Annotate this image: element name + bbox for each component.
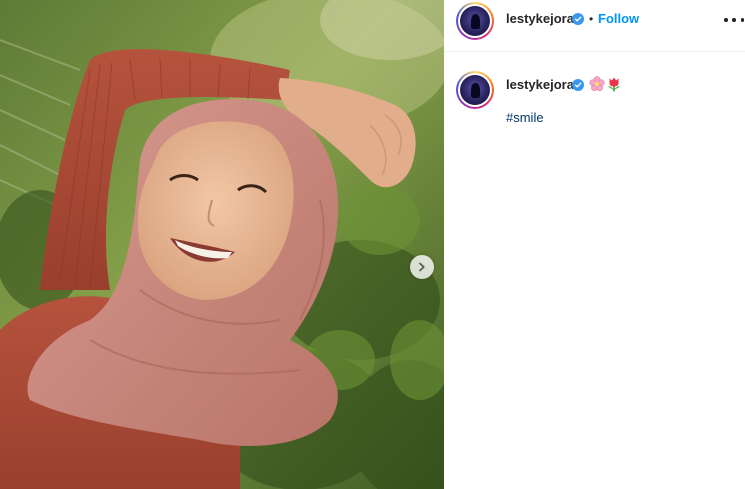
follow-button[interactable]: Follow (598, 11, 639, 26)
separator-dot: • (589, 12, 594, 26)
hashtag-link[interactable]: #smile (506, 110, 544, 125)
verified-badge-icon (572, 79, 584, 91)
cherry-blossom-emoji (589, 76, 605, 91)
more-options-icon[interactable] (724, 12, 744, 28)
tulip-emoji (608, 77, 620, 92)
verified-badge-icon (572, 13, 584, 25)
caption-avatar[interactable] (456, 71, 494, 109)
header-username[interactable]: lestykejora (506, 11, 574, 26)
post-photo (0, 0, 444, 489)
chevron-right-icon (419, 262, 425, 272)
caption-username[interactable]: lestykejora (506, 77, 574, 92)
next-photo-button[interactable] (410, 255, 434, 279)
post-header: lestykejora • Follow (444, 0, 745, 52)
post-side-panel: lestykejora • Follow lestykejora #smile (444, 0, 745, 489)
post-media[interactable] (0, 0, 444, 489)
avatar[interactable] (456, 2, 494, 40)
